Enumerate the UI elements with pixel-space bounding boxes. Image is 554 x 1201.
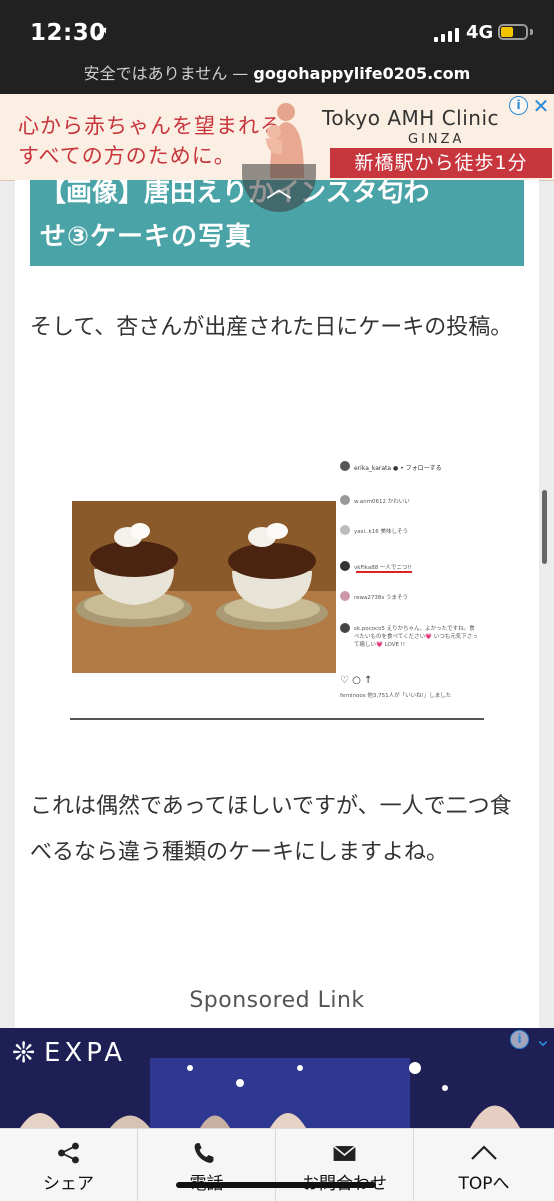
highlight-underline — [356, 571, 412, 573]
address-bar[interactable]: 安全ではありません — gogohappylife0205.com — [0, 60, 554, 84]
nav-phone-button[interactable]: 電話 — [138, 1129, 276, 1201]
article-image: erika_karata ● • フォローする w.anm0612 かわいい y… — [70, 455, 484, 720]
ad-line-2: すべての方のために。 — [18, 144, 236, 168]
ad-line-1: 心から赤ちゃんを望まれる — [18, 114, 282, 138]
image-divider — [70, 718, 484, 720]
signal-icon — [434, 28, 460, 42]
instagram-post-panel: erika_karata ● • フォローする w.anm0612 かわいい y… — [336, 455, 482, 715]
chevron-up-icon: ︿ — [265, 174, 292, 204]
sponsored-label: Sponsored Link — [189, 988, 365, 1013]
ad-area: GINZA — [408, 132, 465, 147]
heading-line-2: せ③ケーキの写真 — [40, 222, 253, 252]
comment: yasi..k16 美味しそう — [354, 529, 408, 535]
ad-info-icon[interactable]: i — [509, 96, 528, 115]
status-bar: 12:30 ➚ 4G 安全ではありません — gogohappylife0205… — [0, 0, 554, 94]
ad-collapse-icon[interactable]: ⌄ — [534, 1029, 552, 1049]
network-type: 4G — [466, 22, 494, 43]
nav-top-button[interactable]: TOPへ — [414, 1129, 554, 1201]
cakes-illustration — [72, 501, 336, 673]
expa-logo-icon: ❊ — [12, 1036, 36, 1069]
nav-contact-button[interactable]: お問合わせ — [276, 1129, 414, 1201]
ad-cta[interactable]: 新橋駅から徒歩1分 — [330, 148, 552, 178]
phone-icon — [194, 1143, 214, 1163]
ad-logo: EXPA — [44, 1038, 127, 1068]
bottom-nav: シェア 電話 お問合わせ TOPへ — [0, 1128, 554, 1201]
cake-photo — [72, 501, 336, 673]
ad-close-icon[interactable]: ✕ — [532, 96, 550, 116]
nav-share-button[interactable]: シェア — [0, 1129, 138, 1201]
security-warning: 安全ではありません — — [83, 64, 249, 83]
home-indicator — [176, 1182, 376, 1188]
likes-count: ferninoos 他3,751人が「いいね!」しました — [340, 693, 452, 699]
location-arrow-icon: ➚ — [94, 22, 110, 43]
chevron-up-icon — [471, 1145, 497, 1160]
comment: sk.pococo5 えりかちゃん、よかったですね。食べたいものを食べてください… — [354, 626, 478, 648]
nav-label: TOPへ — [458, 1174, 510, 1194]
comment: vkFika88 一人でニつ!! — [354, 565, 412, 571]
avatar — [340, 461, 350, 471]
article-paragraph-1: そして、杏さんが出産された日にケーキの投稿。 — [30, 315, 513, 340]
ad-info-icon[interactable]: i — [510, 1030, 529, 1049]
comment: w.anm0612 かわいい — [354, 499, 410, 505]
battery-icon — [498, 24, 528, 40]
bottom-banner-ad[interactable]: ❊ EXPA — [0, 1028, 554, 1128]
share-icon — [58, 1142, 79, 1164]
instagram-username: erika_karata ● • フォローする — [354, 465, 442, 472]
scrollbar[interactable] — [542, 490, 547, 564]
article-paragraph-2: これは偶然であってほしいですが、一人で二つ食べるなら違う種類のケーキにしますよね… — [30, 794, 512, 865]
mail-icon — [333, 1145, 356, 1161]
nav-label: シェア — [43, 1174, 94, 1194]
heading-line-1: 【画像】唐田えりかインスタ匂わ — [40, 180, 430, 208]
domain-name: gogohappylife0205.com — [253, 64, 471, 83]
comment: rewa2738s うまそう — [354, 595, 409, 601]
instagram-action-icons: ♡ ○ ↑ — [340, 675, 373, 686]
